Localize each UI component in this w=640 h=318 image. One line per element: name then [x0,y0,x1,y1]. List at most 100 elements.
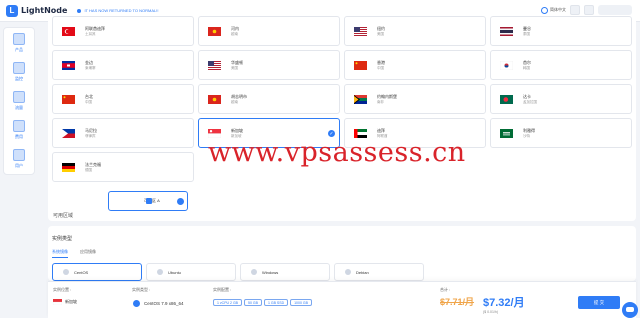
top-right-controls: 简体中文 [541,5,632,15]
wallet-icon [13,119,25,132]
config-chips: 1 vCPU 2 GB 50 GB 1 GB SSD 1000 GB [213,299,312,306]
region-card[interactable]: 香港 中国 [344,50,486,80]
hourly-price: ($ 0.01/h) [483,310,498,314]
sidebar-item-label: 用户 [15,162,23,168]
turkey-flag-icon [62,26,75,36]
usa-flag-icon [354,26,367,36]
region-panel: 阿联酋迪拜 土耳其 河内 越南 纽约 美国 曼谷 泰国金边 柬埔寨 华盛顿 美国 香港 中国 首尔 韩国台北… [48,16,636,221]
os-label: Ubuntu [168,269,181,275]
watermark: www.vpsassess.cn [208,137,466,168]
china-flag-icon [62,94,75,104]
zone-option-a[interactable]: 可用区 A [108,191,188,211]
os-value: CentOS 7.9 x86_64 [144,301,184,306]
region-card[interactable]: 马尼拉 菲律宾 [52,118,194,148]
region-card[interactable]: 河内 越南 [198,16,340,46]
sidebar-item-user[interactable]: 用户 [4,144,34,173]
chat-icon[interactable] [622,302,638,318]
os-label: Windows [262,269,279,275]
total-label: 合计 : [440,287,451,292]
sidebar-item-label: 费用 [15,133,23,139]
region-country: 菲律宾 [85,133,96,138]
region-country: 沙特 [523,133,530,138]
region-country: 美国 [377,31,384,36]
region-text: 首尔 韩国 [523,60,531,71]
instance-title: 实例类型 [52,236,73,242]
tab-system-image[interactable]: 系统镜像 [52,249,68,258]
region-country: 土耳其 [85,31,96,36]
bangladesh-flag-icon [500,94,513,104]
region-card[interactable]: 达卡 孟加拉国 [490,84,632,114]
type-label: 实例类型 : [132,287,151,292]
logo[interactable]: L LightNode [6,4,68,17]
box-icon [13,32,25,45]
region-country: 美国 [231,65,238,70]
language-switch[interactable]: 简体中文 [541,6,566,14]
region-card[interactable]: 台北 中国 [52,84,194,114]
region-text: 金边 柬埔寨 [85,60,96,71]
notice-banner: IT HAS NOW RETURNED TO NORMAL!! [77,8,158,13]
region-country: 韩国 [523,65,530,70]
order-summary-bar: 实例位置 : 新加坡 实例类型 : CentOS 7.9 x86_64 实例配置… [48,281,636,318]
os-option-centos[interactable]: CentOS [52,263,142,281]
region-card[interactable]: 首尔 韩国 [490,50,632,80]
bandwidth-chip: 1000 GB [290,299,312,306]
sidebar-item-products[interactable]: 产品 [4,28,34,57]
config-label: 实例配置 : [213,287,232,292]
check-icon: ✓ [328,130,335,137]
message-button[interactable] [584,5,594,15]
monitor-icon [13,61,25,74]
vietnam-flag-icon [208,26,221,36]
region-text: 河内 越南 [231,26,239,37]
region-card[interactable]: 金边 柬埔寨 [52,50,194,80]
region-card[interactable]: 约翰内斯堡 南非 [344,84,486,114]
region-text: 马尼拉 菲律宾 [85,128,97,139]
tab-app-image[interactable]: 应用镜像 [80,249,96,258]
thailand-flag-icon [500,26,513,36]
cpu-chip: 1 vCPU 2 GB [213,299,243,306]
os-label: CentOS [74,269,89,275]
region-text: 台北 中国 [85,94,93,105]
ssd-chip: 1 GB SSD [263,299,289,306]
germany-flag-icon [62,162,75,172]
language-label: 简体中文 [550,7,566,12]
submit-button[interactable]: 提 交 [578,296,620,309]
sidebar-item-label: 流量 [15,104,23,110]
region-card[interactable]: 胡志明市 越南 [198,84,340,114]
region-card[interactable]: 利雅得 沙特 [490,118,632,148]
user-icon [13,148,25,161]
info-icon [77,8,82,13]
region-text: 胡志明市 越南 [231,94,247,105]
usa-flag-icon [208,60,221,70]
os-option-ubuntu[interactable]: Ubuntu [146,263,236,281]
notification-button[interactable] [570,5,580,15]
region-card[interactable]: 法兰克福 德国 [52,152,194,182]
globe-icon [541,6,548,14]
singapore-flag-icon [53,299,62,305]
sidebar: 产品 监控 流量 费用 用户 [3,27,35,175]
os-option-debian[interactable]: Debian [334,263,424,281]
windows-icon [251,269,257,275]
logo-icon: L [6,4,18,17]
region-card[interactable]: 曼谷 泰国 [490,16,632,46]
china-flag-icon [354,60,367,70]
region-text: 约翰内斯堡 南非 [377,94,397,105]
region-country: 中国 [85,99,92,104]
logo-text: LightNode [21,6,68,15]
chart-icon [13,90,25,103]
sidebar-item-traffic[interactable]: 流量 [4,86,34,115]
region-card[interactable]: 华盛顿 美国 [198,50,340,80]
check-icon [177,198,184,205]
os-summary: CentOS 7.9 x86_64 [133,300,184,307]
user-menu[interactable] [598,5,632,15]
region-country: 越南 [231,99,238,104]
sidebar-item-monitor[interactable]: 监控 [4,57,34,86]
region-country: 泰国 [523,31,530,36]
zone-label: 可用区域 [53,213,74,219]
region-card[interactable]: 阿联酋迪拜 土耳其 [52,16,194,46]
region-text: 阿联酋迪拜 土耳其 [85,26,105,37]
location-label: 实例位置 : [53,287,72,292]
os-option-windows[interactable]: Windows [240,263,330,281]
region-card[interactable]: 纽约 美国 [344,16,486,46]
sidebar-item-billing[interactable]: 费用 [4,115,34,144]
vietnam-flag-icon [208,94,221,104]
